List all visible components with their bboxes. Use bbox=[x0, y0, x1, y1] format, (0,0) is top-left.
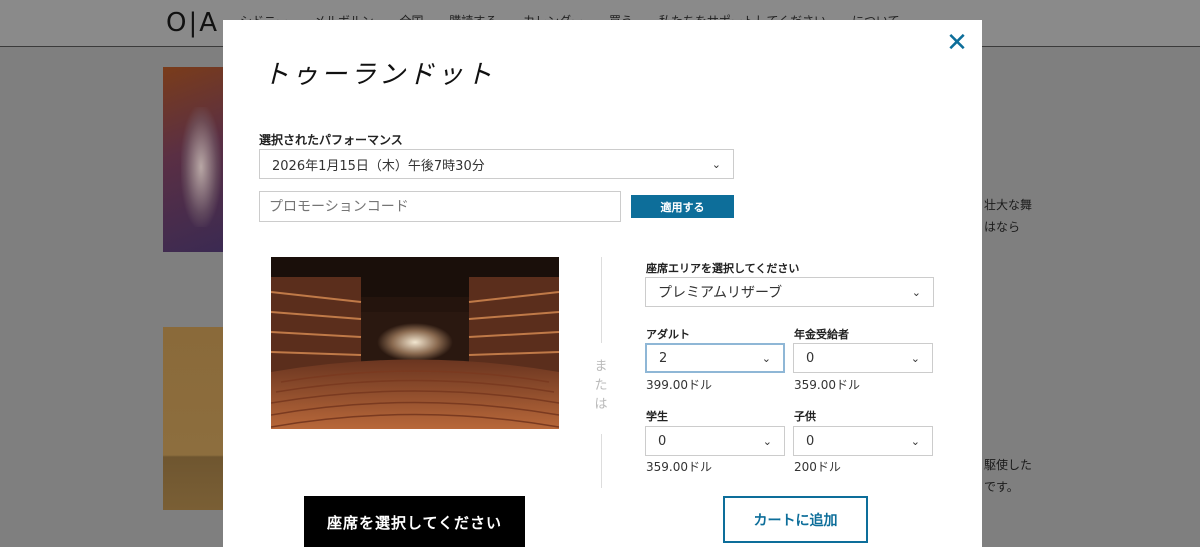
seat-area-label: 座席エリアを選択してください bbox=[646, 262, 800, 275]
divider bbox=[601, 434, 602, 488]
chevron-down-icon: ⌄ bbox=[910, 434, 920, 448]
close-icon[interactable]: ✕ bbox=[945, 30, 969, 56]
ticket-price: 200ドル bbox=[794, 460, 841, 474]
divider bbox=[601, 257, 602, 343]
site-logo[interactable]: O|A bbox=[166, 8, 219, 38]
event-image bbox=[163, 67, 223, 252]
chevron-down-icon: ⌄ bbox=[761, 351, 771, 365]
chevron-down-icon: ⌄ bbox=[910, 351, 920, 365]
ticket-type-label: 子供 bbox=[794, 410, 816, 423]
pensioner-quantity-select[interactable]: 0 ⌄ bbox=[793, 343, 933, 373]
ticket-price: 399.00ドル bbox=[646, 378, 712, 392]
student-quantity-select[interactable]: 0 ⌄ bbox=[645, 426, 785, 456]
apply-button[interactable]: 適用する bbox=[631, 195, 734, 218]
quantity-value: 2 bbox=[659, 350, 668, 366]
event-description: 駆使した です。 bbox=[984, 454, 1032, 498]
ticket-type-label: 学生 bbox=[646, 410, 668, 423]
description-line: です。 bbox=[984, 480, 1019, 494]
quantity-value: 0 bbox=[806, 350, 815, 366]
performance-select[interactable]: 2026年1月15日（木）午後7時30分 ⌄ bbox=[259, 149, 734, 179]
child-quantity-select[interactable]: 0 ⌄ bbox=[793, 426, 933, 456]
description-line: 壮大な舞 bbox=[984, 198, 1033, 212]
event-image bbox=[163, 327, 223, 510]
add-to-cart-button[interactable]: カートに追加 bbox=[723, 496, 868, 543]
quantity-value: 0 bbox=[658, 433, 667, 449]
chevron-down-icon: ⌄ bbox=[711, 157, 721, 171]
ticket-type-label: アダルト bbox=[646, 328, 690, 341]
chevron-down-icon: ⌄ bbox=[762, 434, 772, 448]
ticket-price: 359.00ドル bbox=[794, 378, 860, 392]
promo-code-input[interactable] bbox=[259, 191, 621, 222]
event-description: 壮大な舞 はなら bbox=[984, 194, 1032, 238]
description-line: 駆使した bbox=[984, 458, 1033, 472]
logo-text: O|A bbox=[166, 8, 220, 38]
performance-value: 2026年1月15日（木）午後7時30分 bbox=[272, 158, 485, 174]
chevron-down-icon: ⌄ bbox=[911, 285, 921, 299]
booking-modal: ✕ トゥーランドット 選択されたパフォーマンス 2026年1月15日（木）午後7… bbox=[223, 20, 982, 547]
adult-quantity-select[interactable]: 2 ⌄ bbox=[645, 343, 785, 373]
seat-area-select[interactable]: プレミアムリザーブ ⌄ bbox=[645, 277, 934, 307]
quantity-value: 0 bbox=[806, 433, 815, 449]
performance-label: 選択されたパフォーマンス bbox=[259, 133, 403, 147]
modal-title: トゥーランドット bbox=[263, 60, 496, 90]
choose-seats-button[interactable]: 座席を選択してください bbox=[304, 496, 525, 547]
venue-image bbox=[271, 257, 559, 429]
or-separator: または bbox=[594, 359, 608, 412]
seat-area-value: プレミアムリザーブ bbox=[658, 285, 783, 301]
ticket-price: 359.00ドル bbox=[646, 460, 712, 474]
description-line: はなら bbox=[984, 220, 1021, 234]
ticket-type-label: 年金受給者 bbox=[794, 328, 849, 341]
